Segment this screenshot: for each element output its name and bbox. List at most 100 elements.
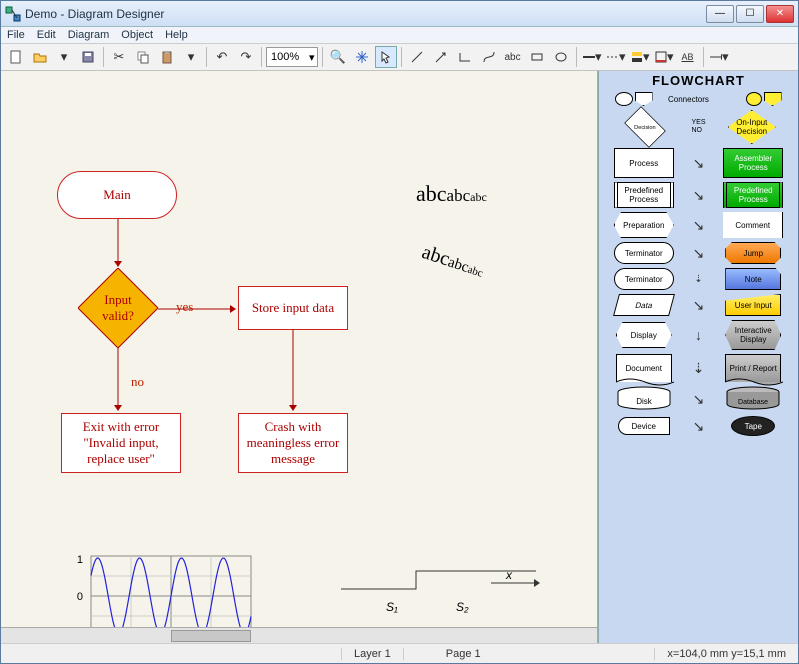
pal-process[interactable]: Process	[614, 148, 674, 178]
arrow-icon: ↘	[689, 297, 709, 314]
menu-help[interactable]: Help	[165, 29, 188, 41]
font-tool[interactable]: AB	[677, 46, 699, 68]
arrow-icon: ↓	[689, 327, 709, 343]
ellipse-tool[interactable]	[550, 46, 572, 68]
arrow[interactable]	[158, 305, 238, 313]
pal-oninput-decision[interactable]: On-Input Decision	[728, 110, 776, 144]
scrollbar-thumb[interactable]	[171, 630, 251, 642]
pal-tape[interactable]: Tape	[731, 416, 775, 436]
zoom-input[interactable]	[269, 51, 309, 63]
shape-crash[interactable]: Crash with meaningless error message	[238, 413, 348, 473]
pal-display[interactable]: Display	[616, 322, 672, 348]
maximize-button[interactable]: ☐	[736, 5, 764, 23]
status-layer[interactable]: Layer 1	[341, 648, 403, 660]
connector1-tool[interactable]	[454, 46, 476, 68]
shape-main[interactable]: Main	[57, 171, 177, 219]
copy-button[interactable]	[132, 46, 154, 68]
zoom-tool[interactable]: 🔍	[327, 46, 349, 68]
pal-jump[interactable]: Jump	[725, 242, 781, 264]
undo-button[interactable]: ↶	[211, 46, 233, 68]
svg-text:1: 1	[77, 554, 83, 566]
fill-color-tool[interactable]: ▾	[629, 46, 651, 68]
pal-userinput[interactable]: User Input	[725, 294, 781, 316]
pal-note[interactable]: Note	[725, 268, 781, 290]
arrow[interactable]	[114, 219, 122, 269]
pal-connector-circle[interactable]	[615, 92, 633, 106]
line-style-tool[interactable]: ▾	[605, 46, 627, 68]
arrow-tool[interactable]	[430, 46, 452, 68]
menu-file[interactable]: File	[7, 29, 25, 41]
window-title: Demo - Diagram Designer	[25, 7, 706, 21]
arrow-icon: ↘	[689, 155, 709, 172]
pan-tool[interactable]	[351, 46, 373, 68]
palette-title: FLOWCHART	[599, 71, 798, 90]
minimize-button[interactable]: —	[706, 5, 734, 23]
close-button[interactable]: ✕	[766, 5, 794, 23]
pal-terminator2[interactable]: Terminator	[614, 268, 674, 290]
chevron-down-icon[interactable]: ▾	[309, 51, 315, 64]
step-chart[interactable]: x S₁ S₂ x = 0	[336, 561, 546, 627]
pal-comment[interactable]: Comment	[723, 212, 783, 238]
select-tool[interactable]	[375, 46, 397, 68]
pal-connector-circle-y[interactable]	[746, 92, 762, 106]
pal-connector-offpage-y[interactable]	[764, 92, 782, 106]
pal-predefined-g[interactable]: Predefined Process	[723, 182, 783, 208]
line-tool[interactable]	[406, 46, 428, 68]
line-color-tool[interactable]: ▾	[653, 46, 675, 68]
line-width-tool[interactable]: ▾	[581, 46, 603, 68]
pal-label-connectors: Connectors	[668, 95, 729, 104]
zoom-combo[interactable]: ▾	[266, 47, 318, 67]
new-button[interactable]	[5, 46, 27, 68]
horizontal-scrollbar[interactable]	[1, 627, 597, 643]
pal-database[interactable]: Database	[725, 386, 781, 412]
rect-tool[interactable]	[526, 46, 548, 68]
arrow-end-tool[interactable]: ▾	[708, 46, 730, 68]
status-page[interactable]: Page 1	[403, 648, 523, 660]
label-no[interactable]: no	[131, 374, 144, 390]
open-button[interactable]	[29, 46, 51, 68]
arrow-icon: ↘	[689, 418, 709, 435]
open-dropdown-icon[interactable]: ▾	[53, 46, 75, 68]
pal-decision[interactable]: Decision	[624, 106, 666, 148]
text-sample-big[interactable]: abcabcabc	[416, 181, 487, 207]
pal-disk[interactable]: Disk	[616, 386, 672, 412]
main-toolbar: ▾ ✂ ▾ ↶ ↷ ▾ 🔍 abc ▾ ▾ ▾ ▾ AB ▾	[1, 44, 798, 71]
pal-device[interactable]: Device	[618, 417, 670, 435]
paste-dropdown-icon[interactable]: ▾	[180, 46, 202, 68]
pal-data[interactable]: Data	[613, 294, 675, 316]
arrow-icon: ↘	[689, 217, 709, 234]
titlebar[interactable]: Demo - Diagram Designer — ☐ ✕	[1, 1, 798, 27]
redo-button[interactable]: ↷	[235, 46, 257, 68]
pal-preparation[interactable]: Preparation	[614, 212, 674, 238]
menu-edit[interactable]: Edit	[37, 29, 56, 41]
pal-print[interactable]: Print / Report	[725, 354, 781, 382]
menu-object[interactable]: Object	[121, 29, 153, 41]
arrow-icon: ↘	[689, 187, 709, 204]
pal-interactive[interactable]: Interactive Display	[725, 320, 781, 350]
text-tool[interactable]: abc	[502, 46, 524, 68]
menu-diagram[interactable]: Diagram	[68, 29, 110, 41]
statusbar: Layer 1 Page 1 x=104,0 mm y=15,1 mm	[1, 643, 798, 663]
text-sample-rotated[interactable]: abcabcabc	[419, 241, 487, 283]
app-icon	[5, 6, 21, 22]
cut-button[interactable]: ✂	[108, 46, 130, 68]
pal-assembler[interactable]: Assembler Process	[723, 148, 783, 178]
connector2-tool[interactable]	[478, 46, 500, 68]
paste-button[interactable]	[156, 46, 178, 68]
pal-document[interactable]: Document	[616, 354, 672, 382]
pal-connector-offpage[interactable]	[635, 92, 653, 106]
canvas[interactable]: Main Input valid? yes no Store input dat…	[1, 71, 597, 627]
svg-text:x: x	[505, 568, 513, 582]
sine-chart[interactable]: 1 0 -1 -10 0 10	[61, 551, 261, 627]
shape-palette: FLOWCHART Connectors Decision YESNO On-I…	[598, 71, 798, 643]
shape-decision[interactable]: Input valid?	[78, 268, 158, 348]
shape-exit[interactable]: Exit with error "Invalid input, replace …	[61, 413, 181, 473]
arrow[interactable]	[114, 348, 122, 413]
save-button[interactable]	[77, 46, 99, 68]
svg-text:0: 0	[77, 591, 83, 603]
arrow[interactable]	[289, 330, 297, 413]
pal-predefined[interactable]: Predefined Process	[614, 182, 674, 208]
shape-store[interactable]: Store input data	[238, 286, 348, 330]
arrow-icon: ↘	[689, 245, 709, 262]
pal-terminator[interactable]: Terminator	[614, 242, 674, 264]
